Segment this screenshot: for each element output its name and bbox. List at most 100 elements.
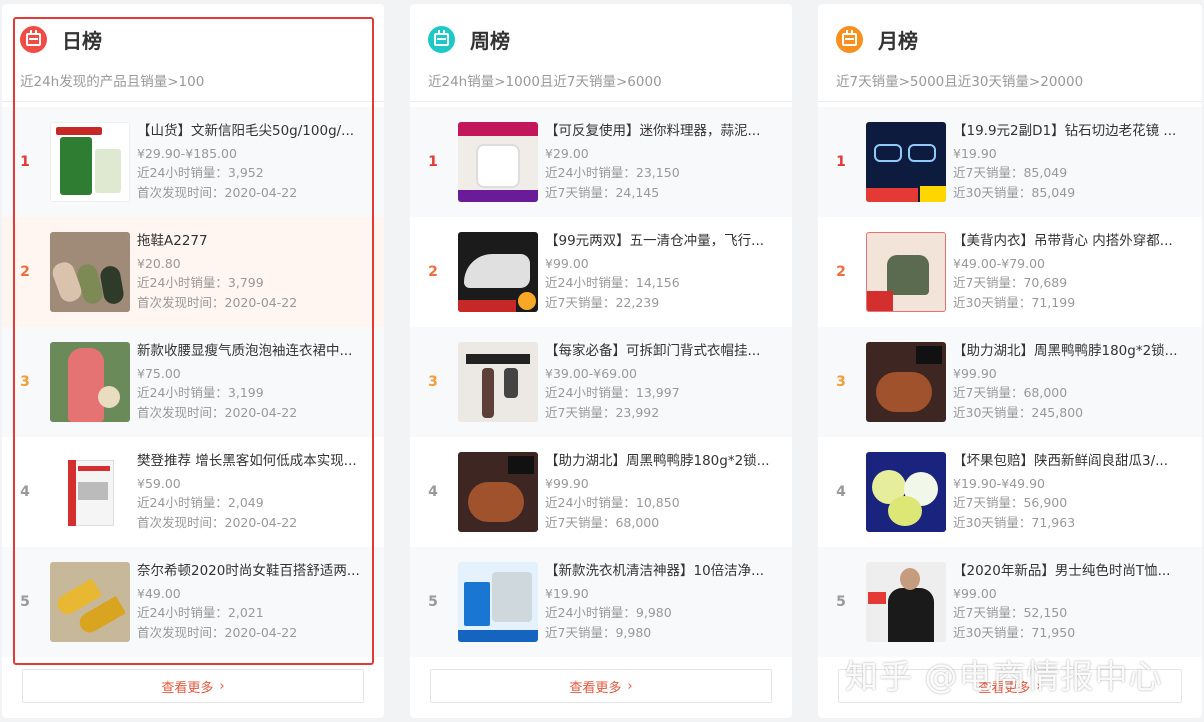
rank-number: 2 bbox=[836, 264, 846, 280]
product-image[interactable] bbox=[866, 452, 946, 532]
product-title[interactable]: 【2020年新品】男士纯色时尚T恤... bbox=[953, 562, 1188, 580]
product-price: ¥59.00 bbox=[137, 475, 181, 491]
list-item[interactable]: 2 【99元两双】五一清仓冲量，飞行... ¥99.00 近24小时销量：14,… bbox=[410, 217, 792, 327]
product-title[interactable]: 新款收腰显瘦气质泡泡袖连衣裙中... bbox=[137, 342, 372, 360]
product-title[interactable]: 【美背内衣】吊带背心 内搭外穿都... bbox=[953, 232, 1188, 250]
product-price: ¥99.00 bbox=[545, 255, 589, 271]
product-title[interactable]: 【可反复使用】迷你料理器，蒜泥... bbox=[545, 122, 780, 140]
product-price: ¥20.80 bbox=[137, 255, 181, 271]
product-title[interactable]: 【99元两双】五一清仓冲量，飞行... bbox=[545, 232, 780, 250]
product-image[interactable] bbox=[458, 452, 538, 532]
product-image[interactable] bbox=[50, 562, 130, 642]
panel-header: 周榜 近24h销量>1000且近7天销量>6000 bbox=[410, 4, 792, 102]
view-more-label: 查看更多 bbox=[569, 680, 622, 696]
sales-7d: 近7天销量：52,150 bbox=[953, 605, 1068, 621]
chevron-right-icon: › bbox=[219, 678, 225, 694]
panel-subtitle: 近24h销量>1000且近7天销量>6000 bbox=[428, 74, 662, 90]
list-item[interactable]: 4 【坏果包赔】陕西新鲜阎良甜瓜3/... ¥19.90-¥49.90 近7天销… bbox=[818, 437, 1202, 547]
product-title[interactable]: 【19.9元2副D1】钻石切边老花镜 ... bbox=[953, 122, 1188, 140]
sales-24h: 近24小时销量：3,199 bbox=[137, 385, 264, 401]
product-title[interactable]: 【新款洗衣机清洁神器】10倍洁净... bbox=[545, 562, 780, 580]
product-title[interactable]: 奈尔希顿2020时尚女鞋百搭舒适两... bbox=[137, 562, 372, 580]
rank-number: 5 bbox=[20, 594, 30, 610]
product-image[interactable] bbox=[866, 232, 946, 312]
sales-24h: 近24小时销量：2,049 bbox=[137, 495, 264, 511]
sales-24h: 近24小时销量：13,997 bbox=[545, 385, 680, 401]
product-price: ¥75.00 bbox=[137, 365, 181, 381]
product-price: ¥99.90 bbox=[545, 475, 589, 491]
product-image[interactable] bbox=[50, 232, 130, 312]
sales-7d: 近7天销量：68,000 bbox=[545, 514, 660, 530]
panel-title: 月榜 bbox=[878, 28, 918, 53]
list-item[interactable]: 1 【可反复使用】迷你料理器，蒜泥... ¥29.00 近24小时销量：23,1… bbox=[410, 107, 792, 217]
sales-24h: 近24小时销量：14,156 bbox=[545, 275, 680, 291]
sales-7d: 近7天销量：68,000 bbox=[953, 385, 1068, 401]
sales-30d: 近30天销量：85,049 bbox=[953, 184, 1076, 200]
chevron-right-icon: › bbox=[627, 678, 633, 694]
product-image[interactable] bbox=[866, 122, 946, 202]
view-more-button[interactable]: 查看更多 › bbox=[22, 669, 364, 703]
product-image[interactable] bbox=[458, 562, 538, 642]
sales-24h: 近24小时销量：3,952 bbox=[137, 165, 264, 181]
sales-24h: 近24小时销量：23,150 bbox=[545, 165, 680, 181]
product-image[interactable] bbox=[458, 342, 538, 422]
product-price: ¥49.00-¥79.00 bbox=[953, 255, 1045, 271]
sales-7d: 近7天销量：23,992 bbox=[545, 404, 660, 420]
monthly-ranking-panel: 月榜 近7天销量>5000且近30天销量>20000 1 【19.9元2副D1】… bbox=[818, 4, 1202, 718]
list-item[interactable]: 4 樊登推荐 增长黑客如何低成本实现... ¥59.00 近24小时销量：2,0… bbox=[2, 437, 384, 547]
list-item[interactable]: 3 【每家必备】可拆卸门背式衣帽挂... ¥39.00-¥69.00 近24小时… bbox=[410, 327, 792, 437]
view-more-label: 查看更多 bbox=[161, 680, 214, 696]
watermark: 知乎 @电商情报中心 bbox=[845, 657, 1163, 696]
calendar-icon bbox=[20, 25, 47, 53]
first-seen-date: 首次发现时间：2020-04-22 bbox=[137, 294, 298, 310]
list-item[interactable]: 1 【山货】文新信阳毛尖50g/100g/... ¥29.90-¥185.00 … bbox=[2, 107, 384, 217]
sales-7d: 近7天销量：85,049 bbox=[953, 165, 1068, 181]
sales-30d: 近30天销量：71,963 bbox=[953, 514, 1076, 530]
panel-header: 月榜 近7天销量>5000且近30天销量>20000 bbox=[818, 4, 1202, 102]
first-seen-date: 首次发现时间：2020-04-22 bbox=[137, 184, 298, 200]
product-title[interactable]: 【助力湖北】周黑鸭鸭脖180g*2锁... bbox=[545, 452, 780, 470]
list-item[interactable]: 4 【助力湖北】周黑鸭鸭脖180g*2锁... ¥99.90 近24小时销量：1… bbox=[410, 437, 792, 547]
first-seen-date: 首次发现时间：2020-04-22 bbox=[137, 404, 298, 420]
panel-title: 周榜 bbox=[470, 28, 510, 53]
product-title[interactable]: 樊登推荐 增长黑客如何低成本实现... bbox=[137, 452, 372, 470]
product-price: ¥19.90 bbox=[545, 585, 589, 601]
panel-subtitle: 近24h发现的产品且销量>100 bbox=[20, 74, 205, 90]
view-more-button[interactable]: 查看更多 › bbox=[430, 669, 772, 703]
rank-number: 2 bbox=[20, 264, 30, 280]
sales-7d: 近7天销量：22,239 bbox=[545, 294, 660, 310]
product-title[interactable]: 【山货】文新信阳毛尖50g/100g/... bbox=[137, 122, 372, 140]
product-price: ¥29.00 bbox=[545, 145, 589, 161]
product-title[interactable]: 【坏果包赔】陕西新鲜阎良甜瓜3/... bbox=[953, 452, 1188, 470]
list-item[interactable]: 3 新款收腰显瘦气质泡泡袖连衣裙中... ¥75.00 近24小时销量：3,19… bbox=[2, 327, 384, 437]
rank-number: 2 bbox=[428, 264, 438, 280]
product-title[interactable]: 拖鞋A2277 bbox=[137, 232, 372, 250]
product-image[interactable] bbox=[50, 452, 130, 532]
product-title[interactable]: 【助力湖北】周黑鸭鸭脖180g*2锁... bbox=[953, 342, 1188, 360]
calendar-icon bbox=[428, 25, 455, 53]
list-item[interactable]: 1 【19.9元2副D1】钻石切边老花镜 ... ¥19.90 近7天销量：85… bbox=[818, 107, 1202, 217]
product-price: ¥19.90 bbox=[953, 145, 997, 161]
list-item[interactable]: 5 奈尔希顿2020时尚女鞋百搭舒适两... ¥49.00 近24小时销量：2,… bbox=[2, 547, 384, 657]
product-title[interactable]: 【每家必备】可拆卸门背式衣帽挂... bbox=[545, 342, 780, 360]
rank-number: 5 bbox=[836, 594, 846, 610]
list-item[interactable]: 2 【美背内衣】吊带背心 内搭外穿都... ¥49.00-¥79.00 近7天销… bbox=[818, 217, 1202, 327]
product-image[interactable] bbox=[866, 562, 946, 642]
list-item[interactable]: 3 【助力湖北】周黑鸭鸭脖180g*2锁... ¥99.90 近7天销量：68,… bbox=[818, 327, 1202, 437]
list-item[interactable]: 5 【2020年新品】男士纯色时尚T恤... ¥99.00 近7天销量：52,1… bbox=[818, 547, 1202, 657]
list-item[interactable]: 2 拖鞋A2277 ¥20.80 近24小时销量：3,799 首次发现时间：20… bbox=[2, 217, 384, 327]
product-image[interactable] bbox=[866, 342, 946, 422]
list-item[interactable]: 5 【新款洗衣机清洁神器】10倍洁净... ¥19.90 近24小时销量：9,9… bbox=[410, 547, 792, 657]
product-image[interactable] bbox=[50, 342, 130, 422]
rank-number: 3 bbox=[428, 374, 438, 390]
rank-number: 4 bbox=[836, 484, 846, 500]
rank-number: 4 bbox=[428, 484, 438, 500]
rank-number: 1 bbox=[428, 154, 438, 170]
product-image[interactable] bbox=[50, 122, 130, 202]
sales-7d: 近7天销量：56,900 bbox=[953, 495, 1068, 511]
product-image[interactable] bbox=[458, 232, 538, 312]
product-price: ¥99.90 bbox=[953, 365, 997, 381]
first-seen-date: 首次发现时间：2020-04-22 bbox=[137, 624, 298, 640]
rank-number: 1 bbox=[20, 154, 30, 170]
product-image[interactable] bbox=[458, 122, 538, 202]
